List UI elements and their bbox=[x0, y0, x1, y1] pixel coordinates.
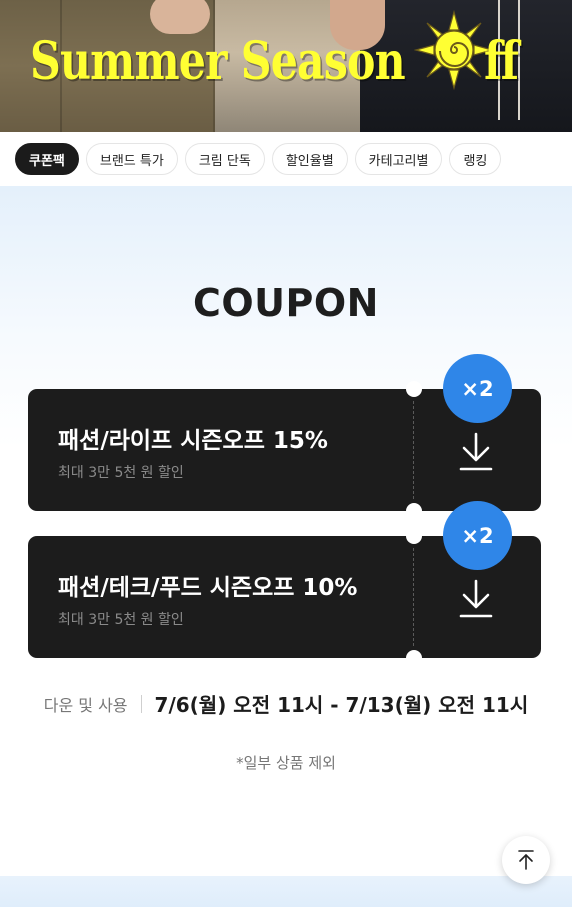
banner-title-tail: ff bbox=[484, 31, 520, 92]
exclusion-note: *일부 상품 제외 bbox=[236, 754, 336, 772]
arrow-up-icon bbox=[518, 850, 534, 870]
next-section-edge bbox=[0, 876, 572, 907]
coupon-title: 패션/라이프 시즌오프 15% bbox=[58, 428, 328, 454]
period-separator bbox=[140, 694, 142, 713]
coupon-notch bbox=[406, 503, 422, 519]
coupon-card[interactable]: 패션/테크/푸드 시즌오프 10% 최대 3만 5천 원 할인 ×2 bbox=[28, 501, 541, 666]
tab-by-category[interactable]: 카테고리별 bbox=[354, 143, 443, 175]
coupon-section: COUPON 패션/라이프 시즌오프 15% 최대 3만 5천 원 할인 ×2 … bbox=[0, 186, 572, 876]
coupon-period: 다운 및 사용 7/6(월) 오전 11시 - 7/13(월) 오전 11시 bbox=[0, 689, 572, 718]
coupon-notch bbox=[406, 381, 422, 397]
coupon-card[interactable]: 패션/라이프 시즌오프 15% 최대 3만 5천 원 할인 ×2 bbox=[28, 354, 541, 519]
period-label: 다운 및 사용 bbox=[43, 695, 128, 715]
coupon-subtitle: 최대 3만 5천 원 할인 bbox=[58, 612, 184, 628]
category-tabs: 쿠폰팩 브랜드 특가 크림 단독 할인율별 카테고리별 랭킹 bbox=[0, 132, 572, 186]
coupon-title: 패션/테크/푸드 시즌오프 10% bbox=[58, 575, 358, 601]
coupon-quantity-badge: ×2 bbox=[443, 354, 512, 423]
coupon-notch bbox=[406, 528, 422, 544]
coupon-notch bbox=[406, 650, 422, 666]
coupon-divider bbox=[413, 548, 414, 646]
scroll-top-button[interactable] bbox=[502, 836, 550, 884]
coupon-heading: COUPON bbox=[192, 281, 379, 325]
download-icon[interactable] bbox=[456, 431, 496, 473]
download-icon[interactable] bbox=[456, 578, 496, 620]
banner-title: Summer Season bbox=[30, 31, 406, 92]
sun-logo-icon bbox=[414, 10, 494, 90]
tab-ranking[interactable]: 랭킹 bbox=[449, 143, 502, 175]
coupon-subtitle: 최대 3만 5천 원 할인 bbox=[58, 465, 184, 481]
period-value: 7/6(월) 오전 11시 - 7/13(월) 오전 11시 bbox=[154, 693, 529, 717]
tab-cream-exclusive[interactable]: 크림 단독 bbox=[184, 143, 265, 175]
tab-brand-deals[interactable]: 브랜드 특가 bbox=[85, 143, 178, 175]
coupon-quantity-badge: ×2 bbox=[443, 501, 512, 570]
tab-coupon-pack[interactable]: 쿠폰팩 bbox=[15, 143, 79, 175]
tab-by-discount-rate[interactable]: 할인율별 bbox=[271, 143, 348, 175]
coupon-divider bbox=[413, 401, 414, 499]
promo-banner[interactable]: Summer Season ff bbox=[0, 0, 572, 132]
